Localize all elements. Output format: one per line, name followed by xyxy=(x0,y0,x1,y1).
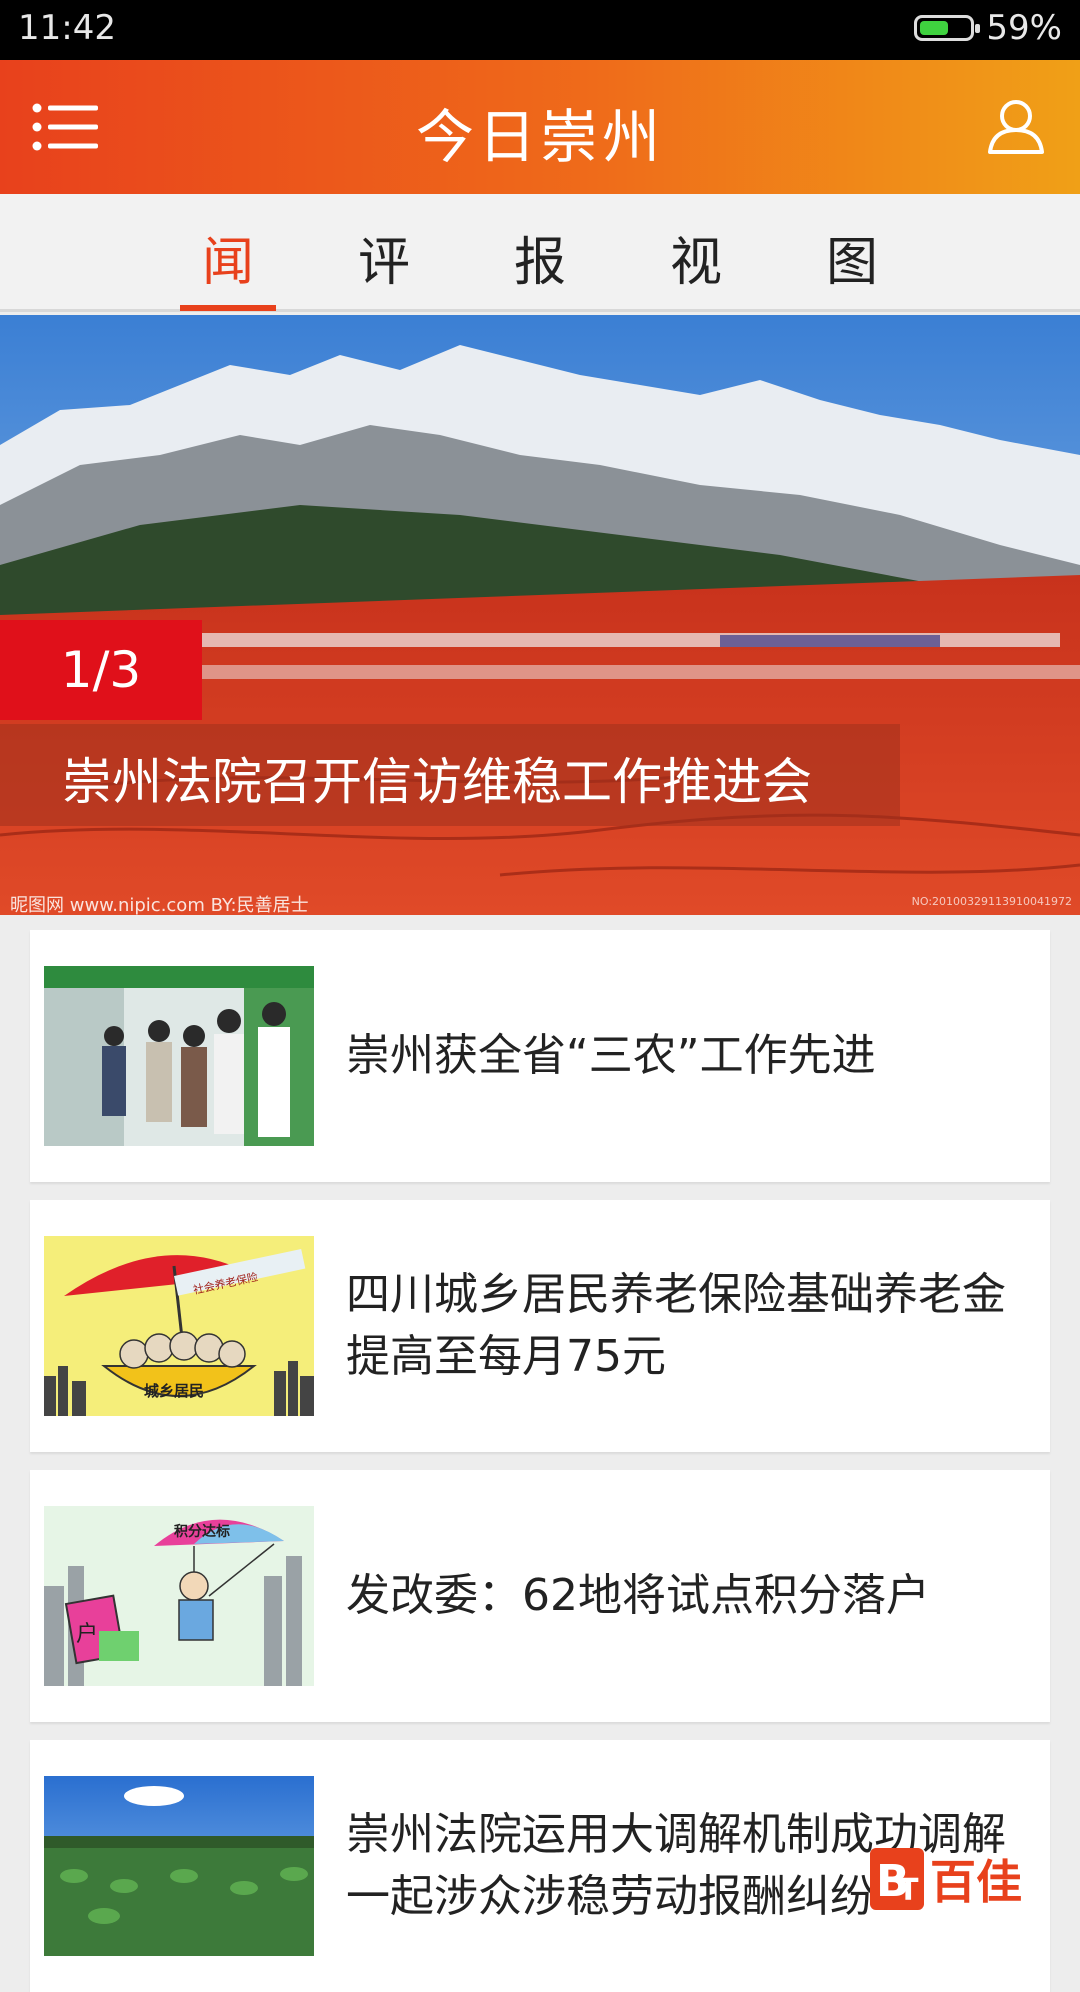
tab-video[interactable]: 视 xyxy=(648,220,744,308)
image-watermark-id: NO:20100329113910041972 xyxy=(911,895,1072,908)
thumb-text: 户 xyxy=(76,1622,98,1647)
news-item[interactable]: 社会养老保险 城乡居民 四川城乡居民养老保险基础养老金提高至每月75元 xyxy=(30,1200,1050,1452)
tab-report[interactable]: 报 xyxy=(492,220,588,308)
tab-bar: 闻 评 报 视 图 xyxy=(0,194,1080,312)
tab-comment[interactable]: 评 xyxy=(336,220,432,308)
thumb-text: 积分达标 xyxy=(174,1523,230,1540)
hero-caption: 崇州法院召开信访维稳工作推进会 xyxy=(0,724,900,826)
lotus-lake-photo xyxy=(44,1776,314,1956)
app-title: 今日崇州 xyxy=(415,103,664,171)
hero-counter: 1/3 xyxy=(0,620,202,720)
brand-logo: B T 百佳 xyxy=(870,1848,1022,1910)
farm-visit-photo xyxy=(44,966,314,1146)
thumb-text: 城乡居民 xyxy=(144,1382,204,1400)
battery-icon xyxy=(914,15,981,41)
tab-image[interactable]: 图 xyxy=(804,220,900,308)
brand-name: 百佳 xyxy=(930,1855,1022,1909)
news-title: 四川城乡居民养老保险基础养老金提高至每月75元 xyxy=(346,1269,1006,1382)
tab-news[interactable]: 闻 xyxy=(180,220,276,311)
news-item[interactable]: 崇州获全省“三农”工作先进 xyxy=(30,930,1050,1182)
hero-title: 崇州法院召开信访维稳工作推进会 xyxy=(62,753,812,811)
hukou-cartoon: 积分达标 户 xyxy=(44,1506,314,1686)
user-icon[interactable] xyxy=(986,96,1046,156)
hero-banner[interactable]: 1/3 崇州法院召开信访维稳工作推进会 昵图网 www.nipic.com BY… xyxy=(0,315,1080,915)
battery-percent: 59% xyxy=(986,8,1062,48)
news-title: 发改委：62地将试点积分落户 xyxy=(346,1570,930,1621)
app-header: 今日崇州 xyxy=(0,60,1080,194)
news-title: 崇州获全省“三农”工作先进 xyxy=(346,1030,876,1081)
svg-text:T: T xyxy=(898,1873,919,1908)
status-bar: 11:42 59% xyxy=(0,0,1080,60)
status-right: 59% xyxy=(914,8,1062,48)
battery-fill xyxy=(920,21,949,35)
status-time: 11:42 xyxy=(18,8,116,48)
pension-cartoon: 社会养老保险 城乡居民 xyxy=(44,1236,314,1416)
image-watermark: 昵图网 www.nipic.com BY:民善居士 xyxy=(10,895,309,915)
news-item[interactable]: 积分达标 户 发改委：62地将试点积分落户 xyxy=(30,1470,1050,1722)
